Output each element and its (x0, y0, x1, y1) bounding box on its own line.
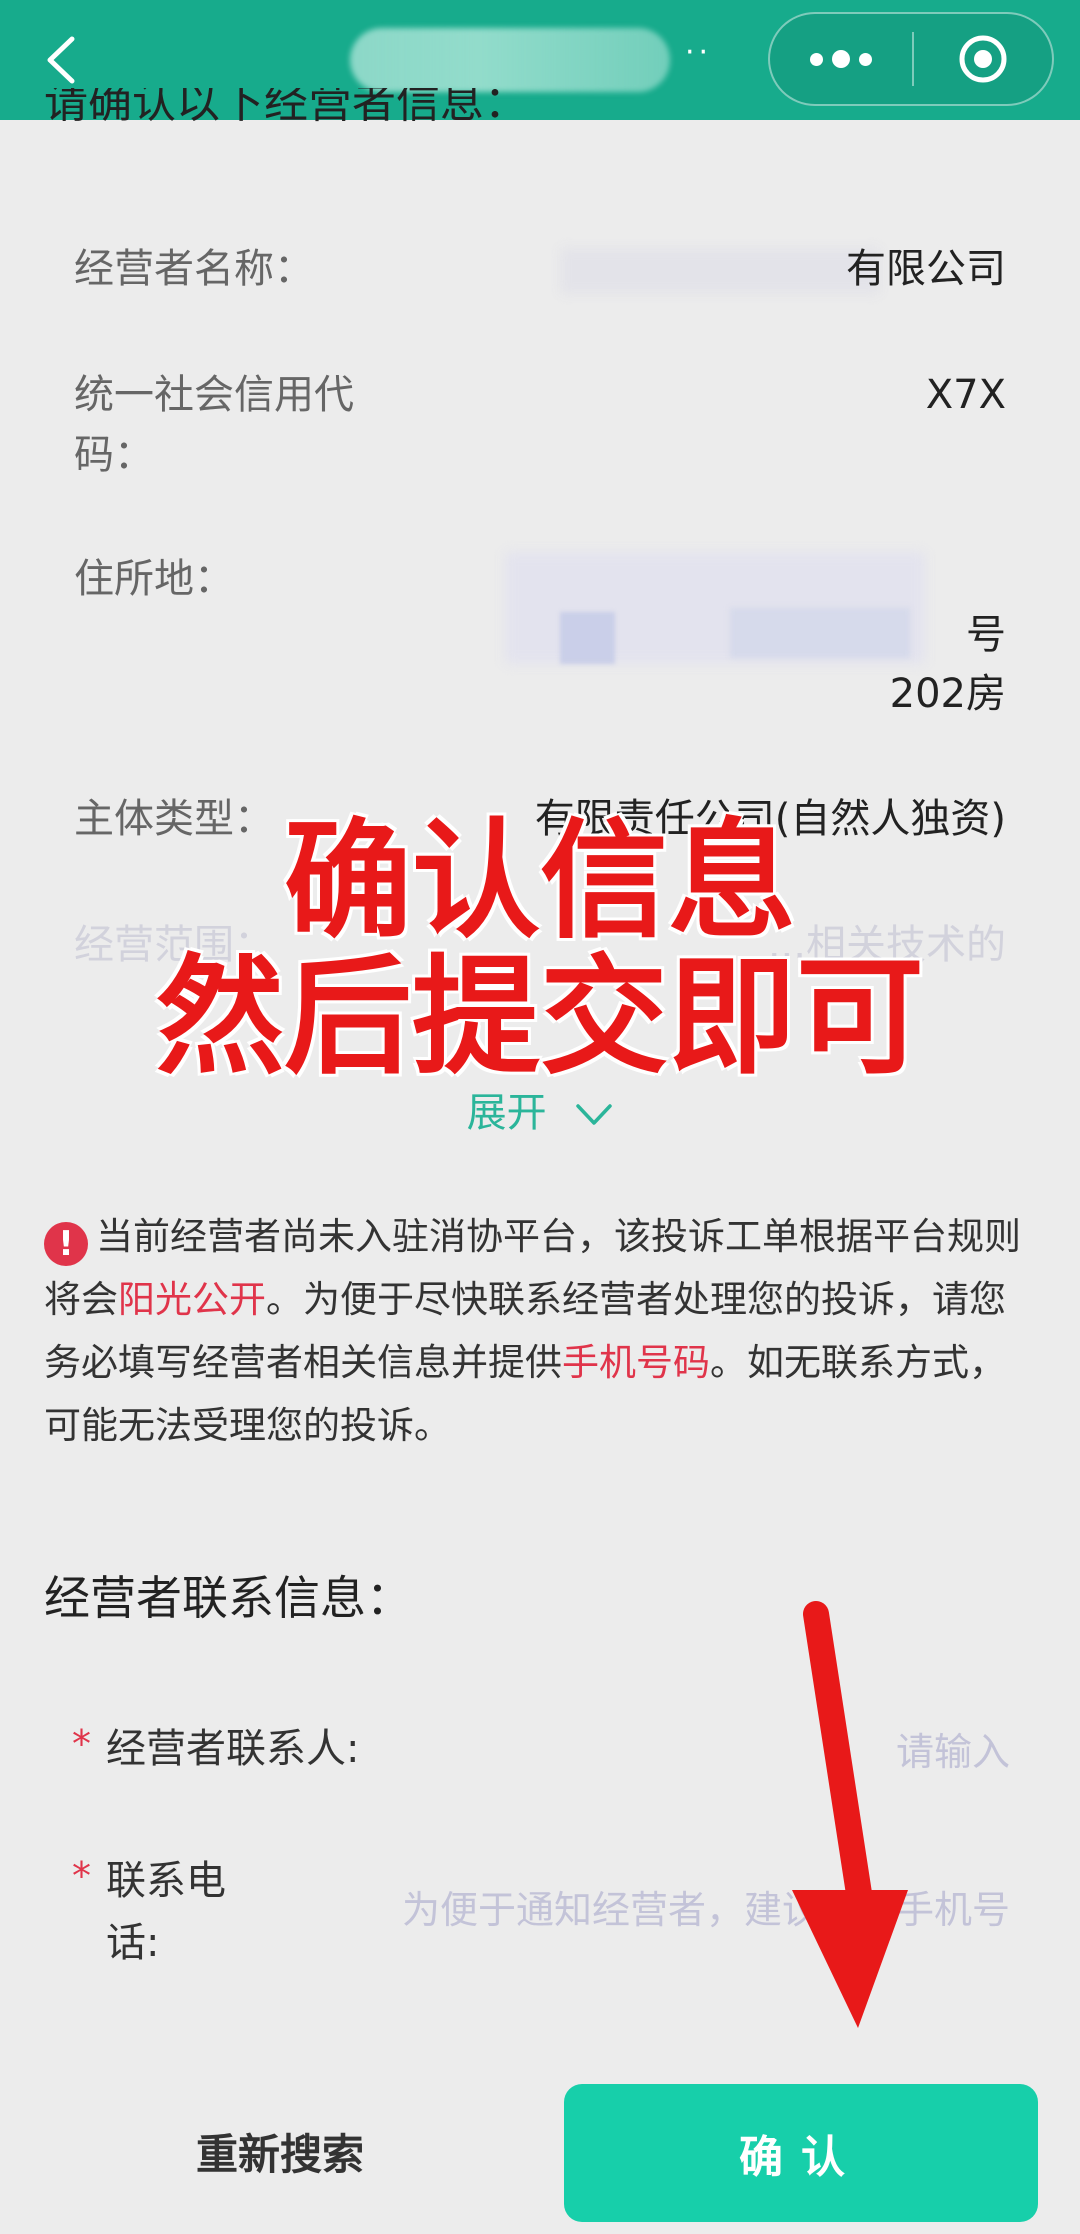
confirm-button[interactable]: 确认 (564, 2084, 1038, 2222)
back-button[interactable] (36, 30, 86, 90)
chevron-down-icon (576, 1104, 613, 1125)
bottom-action-bar: 重新搜索 确认 (0, 2060, 1080, 2234)
dot-icon (810, 52, 823, 66)
warning-icon: ! (44, 1222, 88, 1266)
required-star: * (72, 1854, 91, 1898)
overlay-annotation-line1: 确认信息 (283, 807, 796, 956)
close-miniprogram-button[interactable] (914, 14, 1052, 104)
research-button[interactable]: 重新搜索 (60, 2096, 500, 2206)
miniprogram-capsule (768, 12, 1054, 106)
unregistered-operator-notice: ! 当前经营者尚未入驻消协平台，该投诉工单根据平台规则将会阳光公开。为便于尽快联系… (44, 1215, 1021, 1447)
operator-name-label: 经营者名称： (74, 246, 314, 292)
contact-person-input[interactable] (420, 1722, 1010, 1782)
arrow-down-annotation-icon (792, 1601, 908, 2028)
operator-info-heading: 请确认以下经营者信息： (44, 88, 528, 128)
expand-label: 展开 (466, 1090, 547, 1136)
chevron-left-icon (47, 36, 75, 84)
phone-number-highlight: 手机号码 (562, 1341, 710, 1384)
redaction-blur (560, 248, 880, 294)
credit-code-value: X7X (925, 372, 1006, 418)
dot-icon (832, 50, 850, 68)
target-close-icon (959, 35, 1007, 83)
operator-name-value: 有限公司 (846, 246, 1006, 292)
address-value-line2: 202房 (889, 671, 1006, 717)
address-value-line1: 号 (966, 612, 1006, 658)
redaction-blur (560, 612, 615, 664)
contact-phone-label-line2: 话: (106, 1920, 160, 1966)
overlay-annotation-line2: 然后提交即可 (155, 943, 924, 1092)
page-title-blurred (350, 28, 670, 92)
credit-code-label-line1: 统一社会信用代 (74, 372, 354, 418)
sunshine-public-highlight: 阳光公开 (118, 1278, 266, 1321)
required-star: * (72, 1722, 91, 1766)
contact-phone-label-line1: 联系电 (106, 1858, 226, 1904)
redaction-blur (730, 608, 910, 658)
contact-person-label: 经营者联系人: (106, 1726, 360, 1772)
credit-code-label-line2: 码： (74, 432, 154, 478)
dot-icon (859, 52, 872, 66)
page-title-suffix: ·· (685, 35, 713, 70)
contact-section-title: 经营者联系信息： (44, 1571, 412, 1625)
more-button[interactable] (770, 14, 912, 104)
address-label: 住所地： (74, 556, 234, 602)
